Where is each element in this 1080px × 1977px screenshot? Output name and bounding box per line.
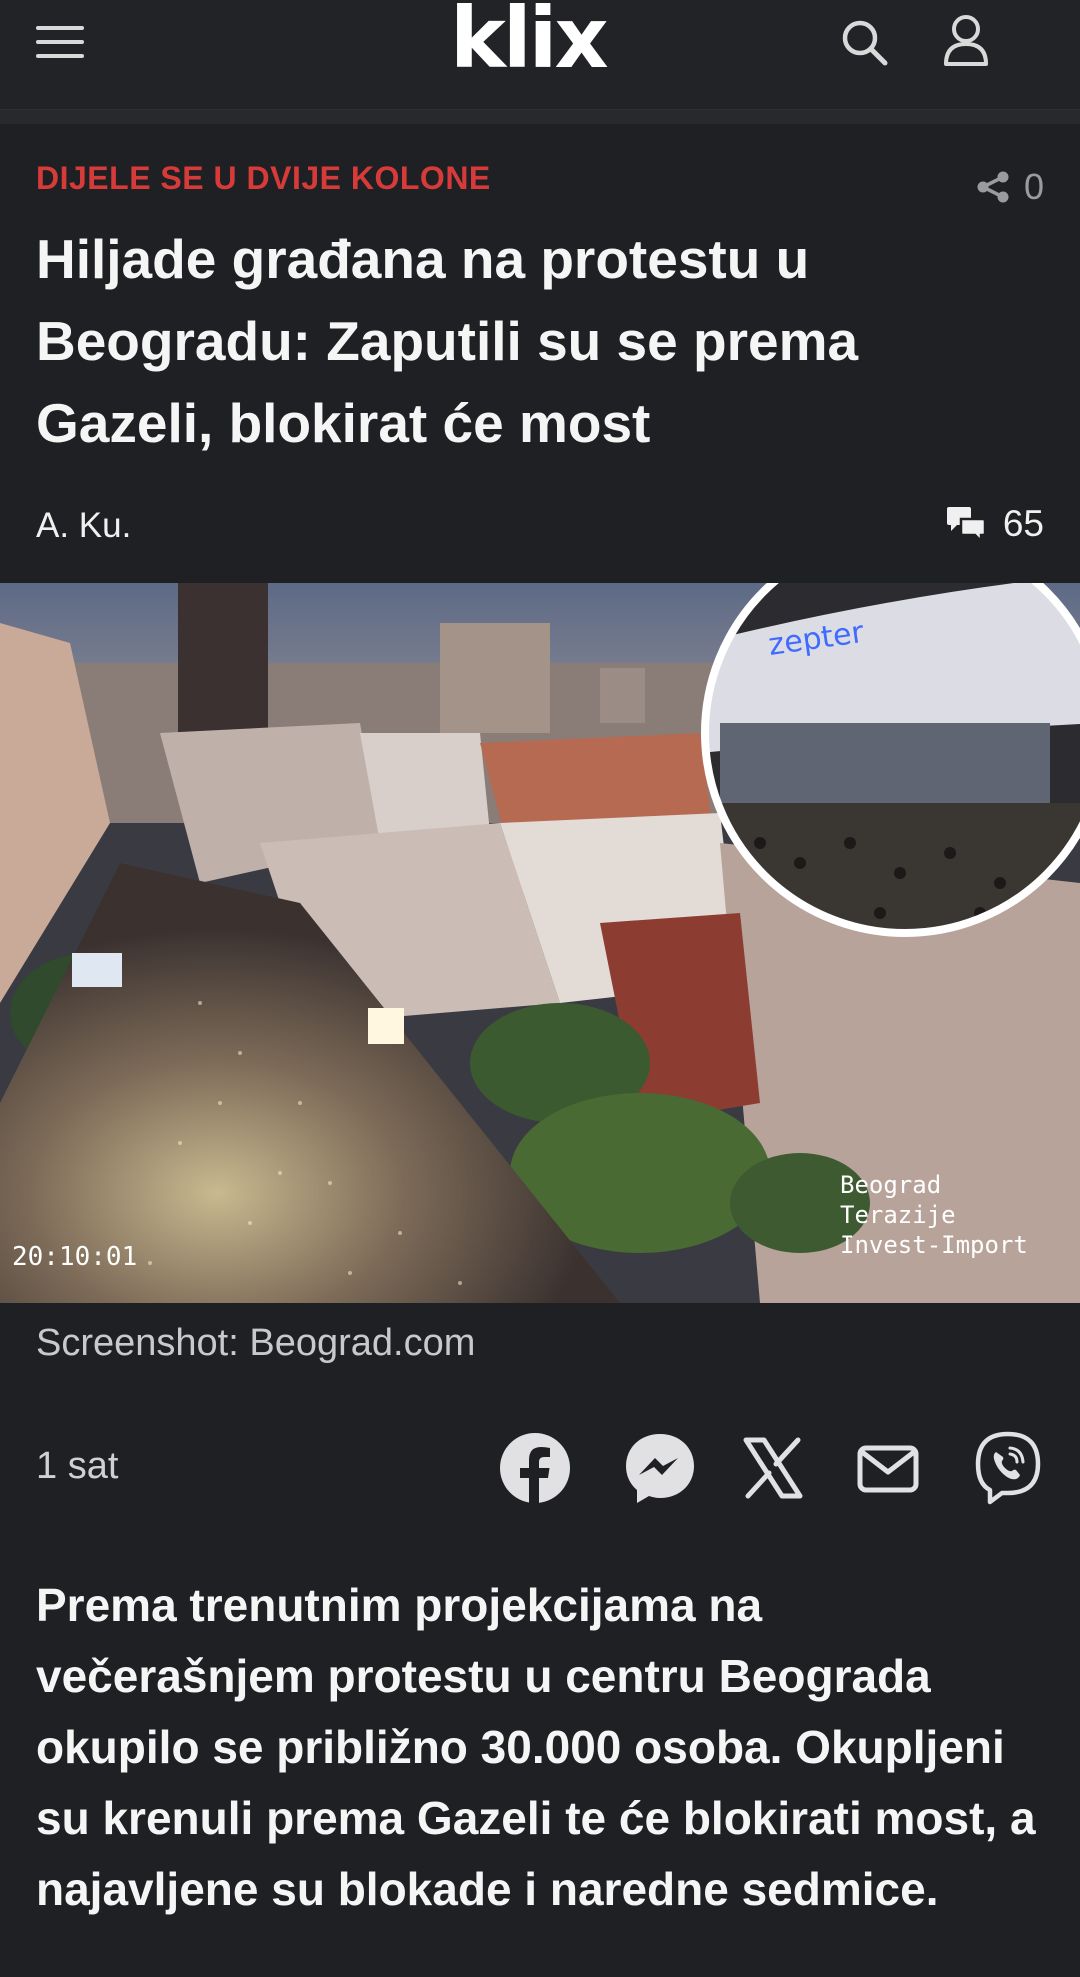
- image-timestamp: 20:10:01: [12, 1242, 137, 1272]
- watermark-line-1: Beograd: [840, 1171, 941, 1199]
- comments-icon: [946, 507, 987, 543]
- search-icon[interactable]: [838, 16, 890, 68]
- site-logo[interactable]: klix: [450, 0, 609, 80]
- comment-count: 65: [1002, 503, 1044, 544]
- mail-icon[interactable]: [856, 1430, 920, 1506]
- share-count: 0: [1023, 166, 1044, 207]
- article-title: Hiljade građana na protestu u Beogradu: …: [36, 228, 859, 454]
- facebook-icon[interactable]: [498, 1430, 572, 1506]
- viber-icon[interactable]: [972, 1430, 1044, 1506]
- watermark-line-2: Terazije: [840, 1201, 956, 1229]
- hamburger-menu-icon[interactable]: [34, 22, 86, 62]
- article-author[interactable]: A. Ku.: [36, 506, 131, 546]
- article-kicker: DIJELE SE U DVIJE KOLONE: [36, 160, 491, 196]
- top-bar: klix: [0, 0, 1080, 110]
- messenger-icon[interactable]: [622, 1430, 698, 1506]
- x-icon[interactable]: [742, 1430, 804, 1506]
- share-icon: [977, 171, 1009, 203]
- image-caption: Screenshot: Beograd.com: [36, 1322, 476, 1364]
- header-divider: [0, 110, 1080, 124]
- watermark-line-3: Invest-Import: [840, 1231, 1028, 1259]
- article-lead: Prema trenutnim projekcijama na večerašn…: [36, 1579, 1036, 1915]
- article-image[interactable]: zepter 20:10:01 Beograd Terazije Invest-…: [0, 583, 1080, 1303]
- comments-link[interactable]: 65: [945, 503, 1044, 545]
- share-counter[interactable]: 0: [976, 166, 1044, 208]
- published-time: 1 sat: [36, 1445, 119, 1487]
- user-icon[interactable]: [940, 12, 992, 68]
